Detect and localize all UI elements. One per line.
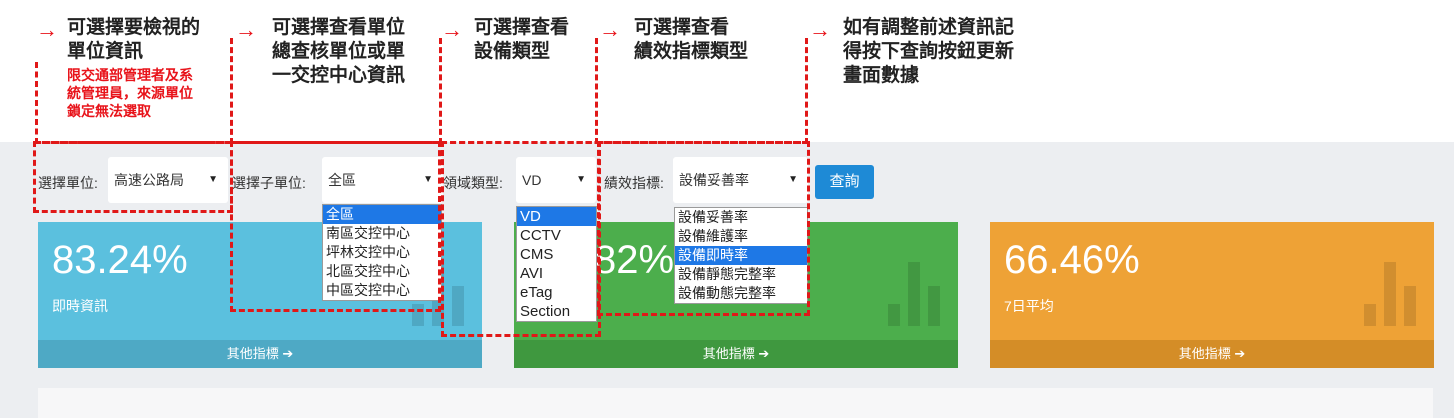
bar-chart-icon xyxy=(1364,262,1416,326)
other-metrics-link[interactable]: 其他指標 ➔ xyxy=(38,340,482,368)
annotation-guide xyxy=(805,38,808,144)
other-metrics-link[interactable]: 其他指標 ➔ xyxy=(990,340,1434,368)
annotation-unit-note: 限交通部管理者及系 統管理員，來源單位 鎖定無法選取 xyxy=(67,67,193,119)
highlight-domain xyxy=(441,141,601,337)
stat-value: 83.24% xyxy=(52,238,188,282)
bar-chart-icon xyxy=(888,262,940,326)
arrow-icon: → xyxy=(809,17,831,42)
annotation-guide xyxy=(230,38,233,144)
annotation-sub-unit: 可選擇查看單位 總查核單位或單 一交控中心資訊 xyxy=(272,17,406,86)
other-metrics-link[interactable]: 其他指標 ➔ xyxy=(514,340,958,368)
annotation-query: 如有調整前述資訊記 得按下查詢按鈕更新 畫面數據 xyxy=(843,17,1015,86)
stat-value: 66.46% xyxy=(1004,238,1140,282)
annotation-unit-title: 可選擇要檢視的 單位資訊 xyxy=(67,17,201,62)
arrow-icon: → xyxy=(36,17,58,42)
arrow-icon: → xyxy=(441,17,463,42)
query-button[interactable]: 查詢 xyxy=(815,165,874,199)
highlight-unit xyxy=(33,141,233,213)
content-panel xyxy=(38,388,1433,418)
stat-caption: 7日平均 xyxy=(1004,298,1054,314)
highlight-sub-unit xyxy=(230,141,441,312)
annotation-guide xyxy=(595,38,598,144)
annotation-domain: 可選擇查看 設備類型 xyxy=(474,17,570,62)
annotation-guide xyxy=(35,62,38,144)
stat-card-7day: 66.46% 7日平均 其他指標 ➔ xyxy=(990,222,1434,368)
arrow-icon: → xyxy=(599,17,621,42)
stat-caption: 即時資訊 xyxy=(52,298,108,314)
highlight-metric xyxy=(597,141,810,316)
annotation-metric: 可選擇查看 績效指標類型 xyxy=(634,17,749,62)
arrow-icon: → xyxy=(235,17,257,42)
annotation-guide xyxy=(439,38,442,144)
